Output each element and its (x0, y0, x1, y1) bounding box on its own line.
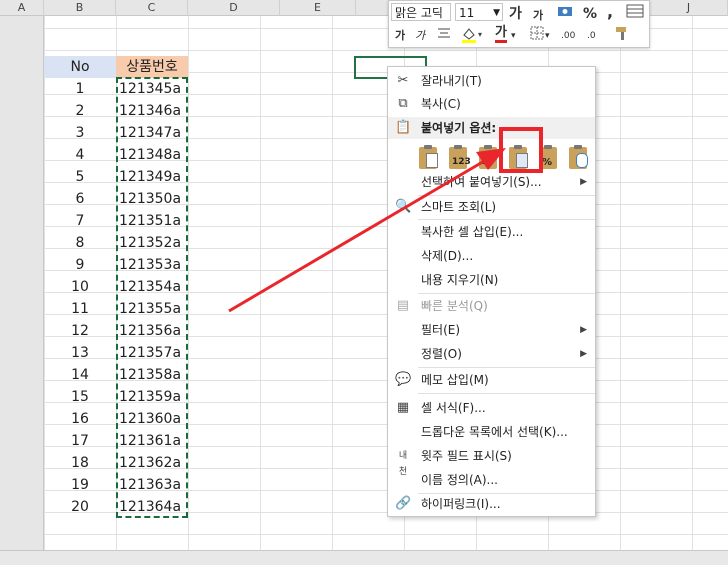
annotation-arrow (228, 148, 506, 313)
